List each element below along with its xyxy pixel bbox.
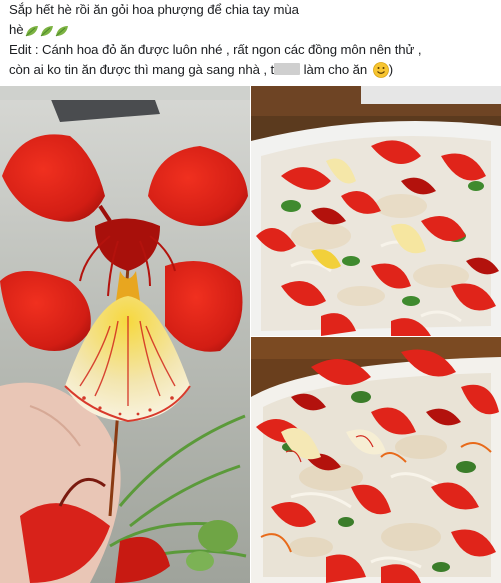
smiley-emoji-icon: [372, 62, 389, 78]
flower-salad-image-2: [251, 337, 501, 583]
leaf-emoji-icon: [56, 26, 69, 37]
flower-salad-image-1: [251, 86, 501, 336]
photo-flower-in-hand[interactable]: [0, 86, 250, 583]
redacted-name-block: [274, 63, 301, 75]
caption-line-1: Sắp hết hè rồi ăn gỏi hoa phượng để chia…: [9, 2, 299, 17]
flame-tree-flower-image: [0, 86, 250, 583]
caption-line-2: hè: [9, 20, 495, 40]
caption-line-3: Edit : Cánh hoa đỏ ăn được luôn nhé , rấ…: [9, 42, 422, 57]
photo-salad-top[interactable]: [251, 86, 501, 336]
post-caption: Sắp hết hè rồi ăn gỏi hoa phượng để chia…: [9, 0, 495, 80]
caption-line-4: còn ai ko tin ăn được thì mang gà sang n…: [9, 62, 394, 78]
leaf-emoji-icon: [26, 26, 39, 37]
leaf-emoji-icon: [41, 26, 54, 37]
photo-salad-bottom[interactable]: [251, 337, 501, 583]
